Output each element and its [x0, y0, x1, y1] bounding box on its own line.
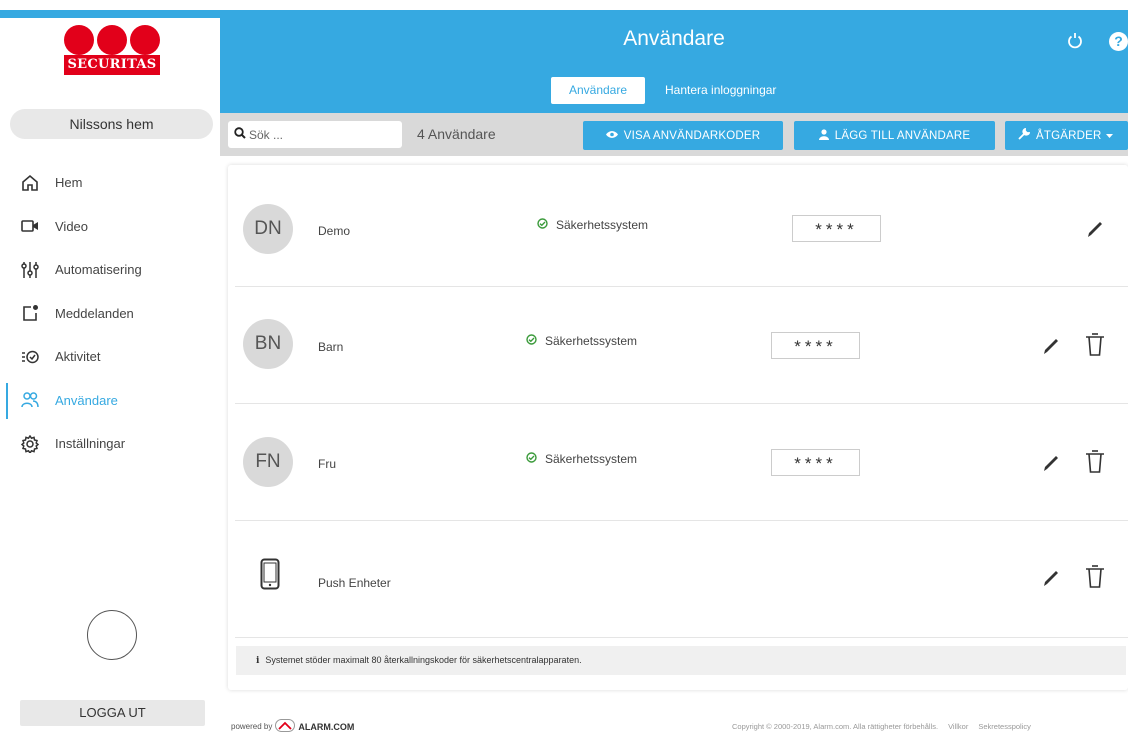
video-icon	[20, 216, 40, 236]
users-card: DN Demo Säkerhetssystem **** BN Barn Säk…	[228, 165, 1128, 690]
check-circle-icon	[526, 452, 545, 466]
user-code-field[interactable]: ****	[771, 332, 860, 359]
tab-hantera-inloggningar[interactable]: Hantera inloggningar	[665, 77, 776, 104]
push-devices-label: Push Enheter	[318, 576, 391, 590]
privacy-link[interactable]: Sekretesspolicy	[978, 722, 1031, 731]
user-initials-avatar: FN	[243, 437, 293, 487]
user-row: BN Barn Säkerhetssystem ****	[235, 287, 1128, 404]
user-code-field[interactable]: ****	[771, 449, 860, 476]
help-icon[interactable]: ?	[1109, 32, 1128, 51]
alarm-logo-icon	[275, 719, 296, 734]
button-label: ÅTGÄRDER	[1036, 129, 1102, 142]
user-name: Demo	[318, 224, 351, 238]
system-access: Säkerhetssystem	[526, 334, 637, 348]
wrench-icon	[1018, 127, 1036, 143]
user-code-field[interactable]: ****	[792, 215, 881, 242]
system-label: Säkerhetssystem	[556, 218, 649, 232]
phone-icon	[260, 558, 280, 595]
sidebar-item-anvandare[interactable]: Användare	[0, 379, 220, 423]
securitas-logo[interactable]: SECURITAS	[64, 25, 160, 83]
sidebar-item-label: Video	[55, 218, 89, 234]
user-initials-avatar: DN	[243, 204, 293, 254]
top-strip	[0, 0, 1128, 10]
search-icon	[234, 127, 249, 142]
caret-down-icon	[1105, 130, 1119, 142]
trash-icon[interactable]	[1084, 333, 1106, 356]
footer-copyright: Copyright © 2000-2019, Alarm.com. Alla r…	[732, 722, 1031, 731]
user-name: Barn	[318, 340, 344, 354]
sidebar-item-installningar[interactable]: Inställningar	[0, 422, 220, 466]
page-title: Användare	[623, 27, 725, 50]
sidebar-item-video[interactable]: Video	[0, 205, 220, 249]
sidebar-item-label: Hem	[55, 175, 83, 191]
sliders-icon	[20, 260, 40, 280]
sidebar-item-label: Automatisering	[55, 262, 142, 278]
sidebar-item-hem[interactable]: Hem	[0, 161, 220, 205]
check-circle-icon	[526, 334, 545, 348]
profile-avatar[interactable]	[87, 610, 137, 660]
user-icon	[818, 128, 835, 143]
notification-icon	[20, 303, 40, 323]
users-icon	[20, 390, 40, 410]
edit-icon[interactable]	[1040, 567, 1062, 589]
user-row: DN Demo Säkerhetssystem ****	[235, 170, 1128, 287]
edit-icon[interactable]	[1040, 335, 1062, 357]
refresh-icon[interactable]	[1066, 32, 1084, 50]
add-user-button[interactable]: LÄGG TILL ANVÄNDARE	[794, 121, 995, 150]
sidebar-item-label: Meddelanden	[55, 305, 134, 321]
home-selector[interactable]: Nilssons hem	[10, 109, 213, 139]
edit-icon[interactable]	[1040, 452, 1062, 474]
powered-by-label: powered by	[231, 722, 273, 731]
search-input[interactable]: Sök ...	[228, 121, 402, 148]
system-access: Säkerhetssystem	[537, 218, 648, 232]
logo-dot	[64, 25, 94, 55]
user-initials-avatar: BN	[243, 319, 293, 369]
edit-icon[interactable]	[1084, 218, 1106, 240]
sidebar-item-aktivitet[interactable]: Aktivitet	[0, 335, 220, 379]
sidebar-item-label: Aktivitet	[55, 349, 101, 365]
home-icon	[20, 173, 40, 193]
user-count: 4 Användare	[417, 126, 496, 142]
powered-by: powered by ALARM.COM	[231, 719, 354, 734]
activity-icon	[20, 347, 40, 367]
sidebar-item-label: Inställningar	[55, 436, 126, 452]
sidebar-item-label: Användare	[55, 392, 118, 408]
info-text: Systemet stöder maximalt 80 återkallning…	[265, 655, 582, 665]
search-placeholder: Sök ...	[249, 127, 284, 142]
logo-dot	[97, 25, 127, 55]
eye-icon	[605, 130, 624, 142]
sidebar: SECURITAS Nilssons hem Hem Video Automat…	[0, 18, 220, 733]
system-label: Säkerhetssystem	[545, 334, 638, 348]
info-banner: i Systemet stöder maximalt 80 återkallnin…	[236, 646, 1126, 675]
logout-button[interactable]: LOGGA UT	[20, 700, 205, 726]
sidebar-item-automatisering[interactable]: Automatisering	[0, 248, 220, 292]
alarm-brand: ALARM.COM	[298, 721, 355, 732]
toolbar: Sök ... 4 Användare VISA ANVÄNDARKODER L…	[220, 113, 1128, 156]
trash-icon[interactable]	[1084, 565, 1106, 588]
sidebar-nav: Hem Video Automatisering Meddelanden Akt…	[0, 161, 220, 466]
actions-dropdown-button[interactable]: ÅTGÄRDER	[1005, 121, 1128, 150]
copyright-text: Copyright © 2000-2019, Alarm.com. Alla r…	[732, 722, 939, 731]
sidebar-accent-strip	[0, 10, 220, 18]
sidebar-item-meddelanden[interactable]: Meddelanden	[0, 292, 220, 336]
page-header: Användare ? Användare Hantera inloggning…	[220, 10, 1128, 113]
user-name: Fru	[318, 457, 336, 471]
logo-wordmark: SECURITAS	[64, 55, 160, 75]
button-label: LÄGG TILL ANVÄNDARE	[834, 129, 971, 142]
push-devices-row: Push Enheter	[235, 521, 1128, 638]
trash-icon[interactable]	[1084, 450, 1106, 473]
gear-icon	[20, 434, 40, 454]
check-circle-icon	[537, 218, 556, 232]
terms-link[interactable]: Villkor	[948, 722, 968, 731]
system-label: Säkerhetssystem	[545, 452, 638, 466]
tab-anvandare[interactable]: Användare	[551, 77, 645, 104]
logo-dot	[130, 25, 160, 55]
system-access: Säkerhetssystem	[526, 452, 637, 466]
button-label: VISA ANVÄNDARKODER	[623, 129, 761, 142]
info-icon: i	[256, 656, 260, 666]
show-user-codes-button[interactable]: VISA ANVÄNDARKODER	[583, 121, 783, 150]
user-row: FN Fru Säkerhetssystem ****	[235, 404, 1128, 521]
